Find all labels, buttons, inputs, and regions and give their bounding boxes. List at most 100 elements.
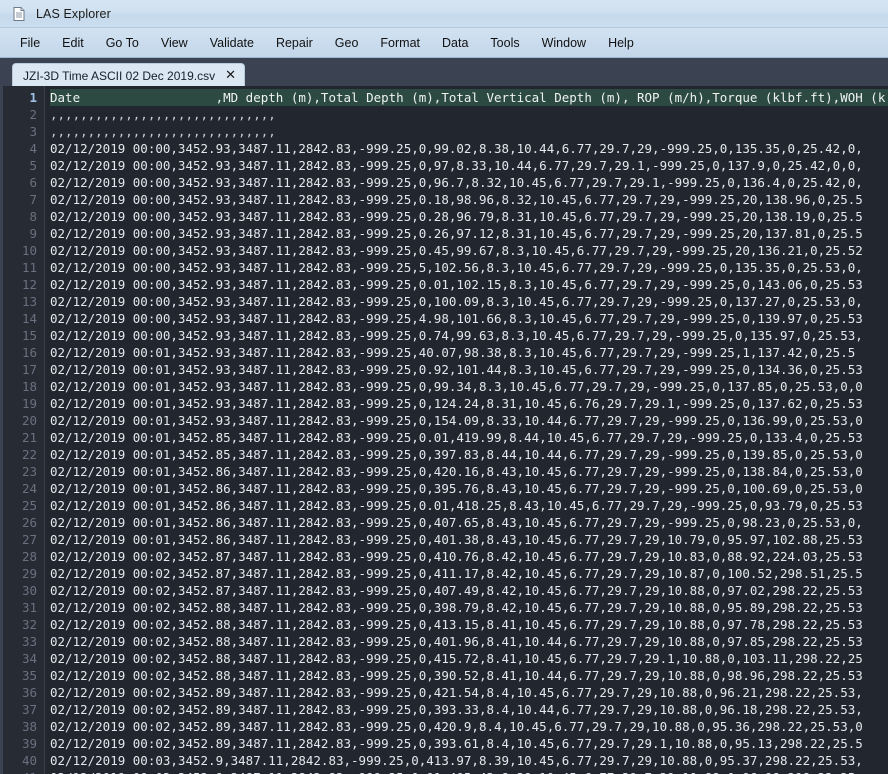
- code-line[interactable]: 02/12/2019 00:03,3452.9,3487.11,2842.83,…: [50, 752, 888, 769]
- line-number: 18: [3, 378, 44, 395]
- line-number: 38: [3, 718, 44, 735]
- line-number: 17: [3, 361, 44, 378]
- menu-item-help[interactable]: Help: [597, 32, 645, 54]
- tab-label: JZI-3D Time ASCII 02 Dec 2019.csv: [23, 69, 215, 83]
- code-line[interactable]: 02/12/2019 00:01,3452.85,3487.11,2842.83…: [50, 446, 888, 463]
- line-number: 36: [3, 684, 44, 701]
- code-line[interactable]: 02/12/2019 00:02,3452.89,3487.11,2842.83…: [50, 718, 888, 735]
- menu-item-go-to[interactable]: Go To: [95, 32, 150, 54]
- code-line[interactable]: 02/12/2019 00:00,3452.93,3487.11,2842.83…: [50, 208, 888, 225]
- line-number: 27: [3, 531, 44, 548]
- code-line[interactable]: 02/12/2019 00:00,3452.93,3487.11,2842.83…: [50, 140, 888, 157]
- menu-item-repair[interactable]: Repair: [265, 32, 324, 54]
- line-number: 13: [3, 293, 44, 310]
- line-number: 15: [3, 327, 44, 344]
- line-number: 26: [3, 514, 44, 531]
- line-number: 16: [3, 344, 44, 361]
- code-line[interactable]: 02/12/2019 00:01,3452.93,3487.11,2842.83…: [50, 344, 888, 361]
- code-line[interactable]: 02/12/2019 00:00,3452.93,3487.11,2842.83…: [50, 327, 888, 344]
- menu-item-format[interactable]: Format: [369, 32, 431, 54]
- line-number: 10: [3, 242, 44, 259]
- line-number-gutter: 1234567891011121314151617181920212223242…: [3, 86, 45, 774]
- code-line[interactable]: 02/12/2019 00:03,3452.9,3487.11,2842.83,…: [50, 769, 888, 774]
- code-line[interactable]: 02/12/2019 00:00,3452.93,3487.11,2842.83…: [50, 225, 888, 242]
- code-line[interactable]: 02/12/2019 00:01,3452.86,3487.11,2842.83…: [50, 463, 888, 480]
- code-line[interactable]: 02/12/2019 00:00,3452.93,3487.11,2842.83…: [50, 310, 888, 327]
- code-line[interactable]: 02/12/2019 00:02,3452.88,3487.11,2842.83…: [50, 667, 888, 684]
- menu-item-tools[interactable]: Tools: [479, 32, 530, 54]
- line-number: 37: [3, 701, 44, 718]
- code-line[interactable]: 02/12/2019 00:00,3452.93,3487.11,2842.83…: [50, 293, 888, 310]
- line-number: 8: [3, 208, 44, 225]
- code-line[interactable]: 02/12/2019 00:02,3452.89,3487.11,2842.83…: [50, 684, 888, 701]
- code-content[interactable]: Date ,MD depth (m),Total Depth (m),Total…: [45, 86, 888, 774]
- line-number: 29: [3, 565, 44, 582]
- menu-bar: File Edit Go To View Validate Repair Geo…: [0, 28, 888, 58]
- line-number: 14: [3, 310, 44, 327]
- code-line[interactable]: 02/12/2019 00:01,3452.86,3487.11,2842.83…: [50, 497, 888, 514]
- menu-item-data[interactable]: Data: [431, 32, 479, 54]
- line-number: 30: [3, 582, 44, 599]
- code-line[interactable]: 02/12/2019 00:02,3452.88,3487.11,2842.83…: [50, 650, 888, 667]
- menu-item-window[interactable]: Window: [531, 32, 597, 54]
- code-line[interactable]: 02/12/2019 00:01,3452.93,3487.11,2842.83…: [50, 378, 888, 395]
- menu-item-view[interactable]: View: [150, 32, 199, 54]
- code-line[interactable]: 02/12/2019 00:00,3452.93,3487.11,2842.83…: [50, 259, 888, 276]
- line-number: 4: [3, 140, 44, 157]
- code-line[interactable]: 02/12/2019 00:01,3452.86,3487.11,2842.83…: [50, 514, 888, 531]
- menu-item-edit[interactable]: Edit: [51, 32, 95, 54]
- line-number: 2: [3, 106, 44, 123]
- line-number: 22: [3, 446, 44, 463]
- tab-bar: JZI-3D Time ASCII 02 Dec 2019.csv ✕: [0, 58, 888, 86]
- line-number: 5: [3, 157, 44, 174]
- code-line[interactable]: 02/12/2019 00:01,3452.93,3487.11,2842.83…: [50, 412, 888, 429]
- window-title: LAS Explorer: [36, 7, 111, 21]
- code-line[interactable]: ,,,,,,,,,,,,,,,,,,,,,,,,,,,,,,: [50, 123, 888, 140]
- line-number: 3: [3, 123, 44, 140]
- code-line[interactable]: 02/12/2019 00:02,3452.89,3487.11,2842.83…: [50, 701, 888, 718]
- text-editor[interactable]: 1234567891011121314151617181920212223242…: [3, 86, 888, 774]
- code-line[interactable]: 02/12/2019 00:01,3452.93,3487.11,2842.83…: [50, 395, 888, 412]
- close-icon[interactable]: ✕: [224, 69, 237, 82]
- menu-item-geo[interactable]: Geo: [324, 32, 370, 54]
- code-line[interactable]: 02/12/2019 00:01,3452.86,3487.11,2842.83…: [50, 480, 888, 497]
- editor-area: 1234567891011121314151617181920212223242…: [0, 86, 888, 774]
- code-line[interactable]: 02/12/2019 00:00,3452.93,3487.11,2842.83…: [50, 276, 888, 293]
- line-number: 35: [3, 667, 44, 684]
- code-line[interactable]: 02/12/2019 00:00,3452.93,3487.11,2842.83…: [50, 242, 888, 259]
- line-number: 33: [3, 633, 44, 650]
- code-line[interactable]: 02/12/2019 00:01,3452.93,3487.11,2842.83…: [50, 361, 888, 378]
- line-number: 20: [3, 412, 44, 429]
- code-line[interactable]: Date ,MD depth (m),Total Depth (m),Total…: [50, 89, 888, 106]
- tab-csv-file[interactable]: JZI-3D Time ASCII 02 Dec 2019.csv ✕: [12, 63, 245, 87]
- line-number: 34: [3, 650, 44, 667]
- line-number: 19: [3, 395, 44, 412]
- code-line[interactable]: ,,,,,,,,,,,,,,,,,,,,,,,,,,,,,,: [50, 106, 888, 123]
- code-line[interactable]: 02/12/2019 00:02,3452.89,3487.11,2842.83…: [50, 735, 888, 752]
- line-number: 25: [3, 497, 44, 514]
- las-explorer-window: LAS Explorer File Edit Go To View Valida…: [0, 0, 888, 774]
- line-number: 11: [3, 259, 44, 276]
- code-line[interactable]: 02/12/2019 00:02,3452.87,3487.11,2842.83…: [50, 565, 888, 582]
- line-number: 41: [3, 769, 44, 774]
- menu-item-file[interactable]: File: [9, 32, 51, 54]
- line-number: 1: [3, 89, 44, 106]
- code-line[interactable]: 02/12/2019 00:00,3452.93,3487.11,2842.83…: [50, 174, 888, 191]
- code-line[interactable]: 02/12/2019 00:01,3452.86,3487.11,2842.83…: [50, 531, 888, 548]
- line-number: 39: [3, 735, 44, 752]
- menu-item-validate[interactable]: Validate: [199, 32, 265, 54]
- title-bar: LAS Explorer: [0, 0, 888, 28]
- code-line[interactable]: 02/12/2019 00:01,3452.85,3487.11,2842.83…: [50, 429, 888, 446]
- code-line[interactable]: 02/12/2019 00:02,3452.87,3487.11,2842.83…: [50, 582, 888, 599]
- code-line[interactable]: 02/12/2019 00:02,3452.88,3487.11,2842.83…: [50, 599, 888, 616]
- line-number: 7: [3, 191, 44, 208]
- code-line[interactable]: 02/12/2019 00:02,3452.88,3487.11,2842.83…: [50, 616, 888, 633]
- code-line[interactable]: 02/12/2019 00:02,3452.88,3487.11,2842.83…: [50, 633, 888, 650]
- line-number: 28: [3, 548, 44, 565]
- code-line[interactable]: 02/12/2019 00:00,3452.93,3487.11,2842.83…: [50, 157, 888, 174]
- line-number: 32: [3, 616, 44, 633]
- line-number: 23: [3, 463, 44, 480]
- code-line[interactable]: 02/12/2019 00:02,3452.87,3487.11,2842.83…: [50, 548, 888, 565]
- line-number: 9: [3, 225, 44, 242]
- code-line[interactable]: 02/12/2019 00:00,3452.93,3487.11,2842.83…: [50, 191, 888, 208]
